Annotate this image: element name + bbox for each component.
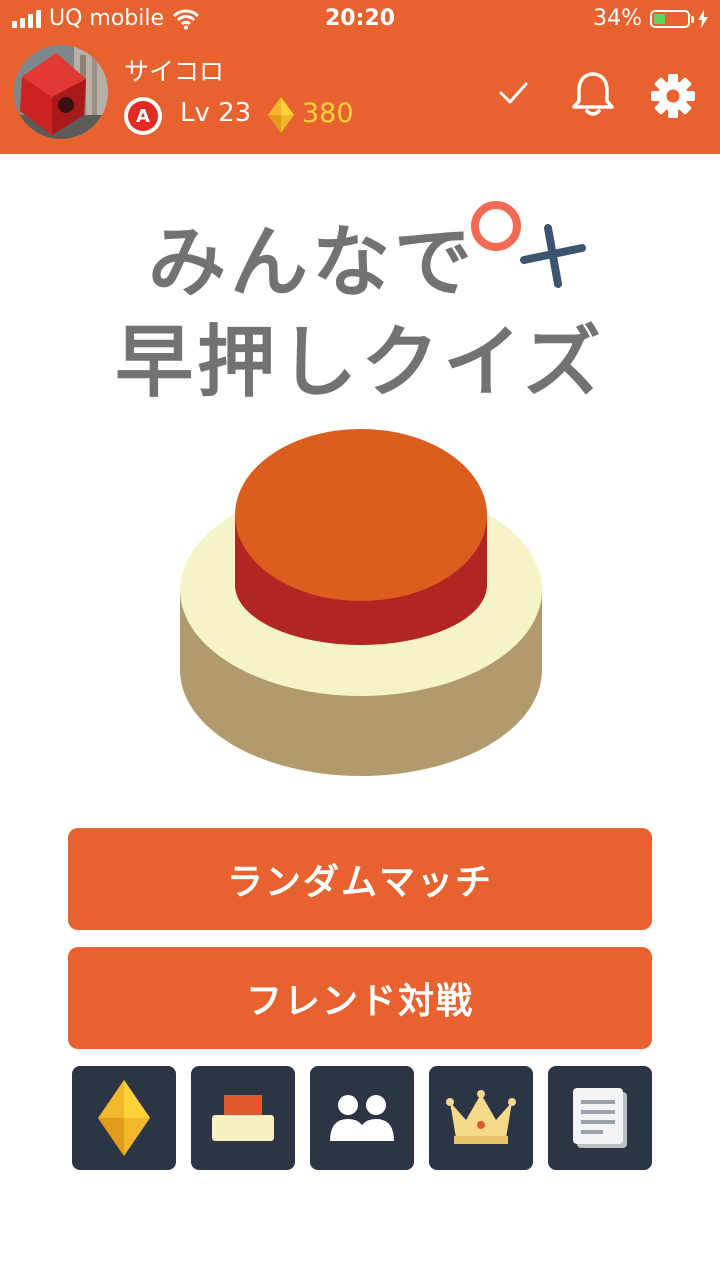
gem-icon — [268, 97, 294, 133]
menu-tiles — [72, 1066, 652, 1170]
rank-badge: A — [124, 97, 162, 135]
tile-gem-shop[interactable] — [72, 1066, 176, 1170]
battery-icon — [650, 9, 694, 28]
document-icon — [573, 1088, 627, 1148]
buzzer-button[interactable] — [176, 425, 546, 780]
status-bar: UQ mobile 20:20 34% — [0, 0, 720, 40]
gear-icon[interactable] — [650, 73, 696, 119]
maru-batsu-logo — [471, 201, 586, 288]
avatar[interactable] — [14, 45, 108, 139]
app-header: UQ mobile 20:20 34% サイコロ A Lv 23 380 — [0, 0, 720, 154]
level-label: Lv 23 — [180, 98, 252, 128]
check-icon[interactable] — [496, 78, 530, 108]
random-match-button[interactable]: ランダムマッチ — [68, 828, 652, 930]
rank-label: A — [128, 101, 158, 131]
avatar-image — [14, 45, 108, 139]
status-right: 34% — [593, 6, 708, 31]
gem-icon — [98, 1080, 150, 1156]
tile-ranking[interactable] — [429, 1066, 533, 1170]
battery-percent: 34% — [593, 6, 642, 31]
bell-icon[interactable] — [570, 70, 616, 118]
buzzer-icon — [212, 1095, 274, 1141]
friend-battle-button[interactable]: フレンド対戦 — [68, 947, 652, 1049]
tile-friends[interactable] — [310, 1066, 414, 1170]
tile-history[interactable] — [548, 1066, 652, 1170]
title-line-2: 早押しクイズ — [115, 318, 605, 408]
tile-buzzer[interactable] — [191, 1066, 295, 1170]
gem-count: 380 — [302, 98, 354, 129]
friends-icon — [330, 1095, 394, 1141]
charging-icon — [698, 9, 708, 28]
username: サイコロ — [124, 57, 225, 86]
crown-icon — [446, 1090, 516, 1144]
